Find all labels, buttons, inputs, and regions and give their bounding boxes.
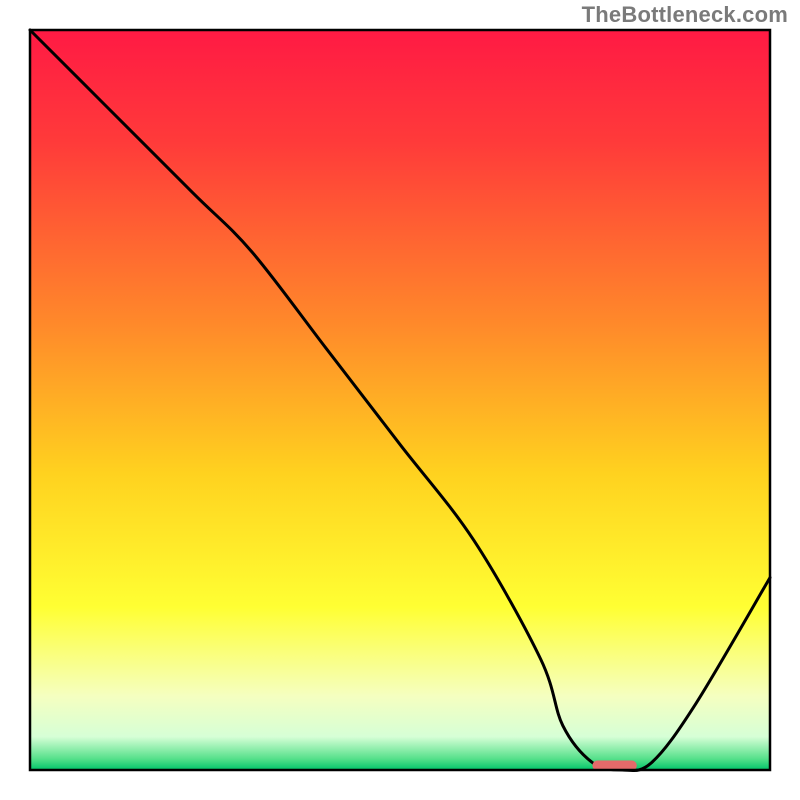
plot-area — [30, 30, 770, 771]
bottleneck-chart — [0, 0, 800, 800]
watermark-label: TheBottleneck.com — [582, 2, 788, 28]
chart-container: TheBottleneck.com — [0, 0, 800, 800]
